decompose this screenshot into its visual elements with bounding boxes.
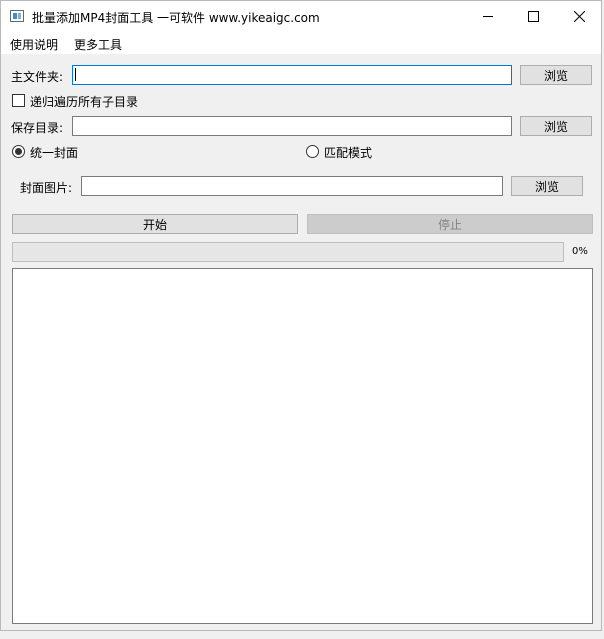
close-button[interactable] <box>557 1 602 32</box>
unified-cover-radio[interactable] <box>12 145 25 158</box>
recursive-label[interactable]: 递归遍历所有子目录 <box>30 93 138 110</box>
progress-percent: 0% <box>572 246 588 257</box>
menu-item-usage[interactable]: 使用说明 <box>10 36 58 53</box>
match-mode-radio[interactable] <box>306 145 319 158</box>
save-dir-label: 保存目录: <box>11 121 64 135</box>
match-mode-label[interactable]: 匹配模式 <box>324 144 372 161</box>
stop-button[interactable]: 停止 <box>307 214 593 234</box>
cover-image-browse-button[interactable]: 浏览 <box>511 176 583 196</box>
window-title: 批量添加MP4封面工具 一可软件 www.yikeaigc.com <box>32 11 320 25</box>
menu-bar: 使用说明 更多工具 <box>1 32 601 54</box>
main-folder-input[interactable] <box>72 65 512 85</box>
save-dir-input[interactable] <box>72 116 512 136</box>
start-button[interactable]: 开始 <box>12 214 298 234</box>
minimize-icon <box>482 16 493 17</box>
cover-image-label: 封面图片: <box>20 181 73 195</box>
maximize-icon <box>528 11 539 22</box>
text-caret <box>75 68 76 81</box>
save-dir-browse-button[interactable]: 浏览 <box>520 116 592 136</box>
recursive-checkbox[interactable] <box>12 94 25 107</box>
close-icon <box>574 11 585 22</box>
main-folder-browse-button[interactable]: 浏览 <box>520 65 592 85</box>
minimize-button[interactable] <box>465 1 510 32</box>
maximize-button[interactable] <box>511 1 556 32</box>
app-window: 批量添加MP4封面工具 一可软件 www.yikeaigc.com 使用说明 更… <box>0 0 602 631</box>
log-output[interactable] <box>12 268 593 624</box>
cover-image-input[interactable] <box>81 176 503 196</box>
app-icon <box>10 10 24 22</box>
progress-bar <box>12 242 564 262</box>
title-bar[interactable]: 批量添加MP4封面工具 一可软件 www.yikeaigc.com <box>1 1 601 32</box>
menu-item-more-tools[interactable]: 更多工具 <box>74 36 122 53</box>
unified-cover-label[interactable]: 统一封面 <box>30 144 78 161</box>
main-folder-label: 主文件夹: <box>11 70 64 84</box>
